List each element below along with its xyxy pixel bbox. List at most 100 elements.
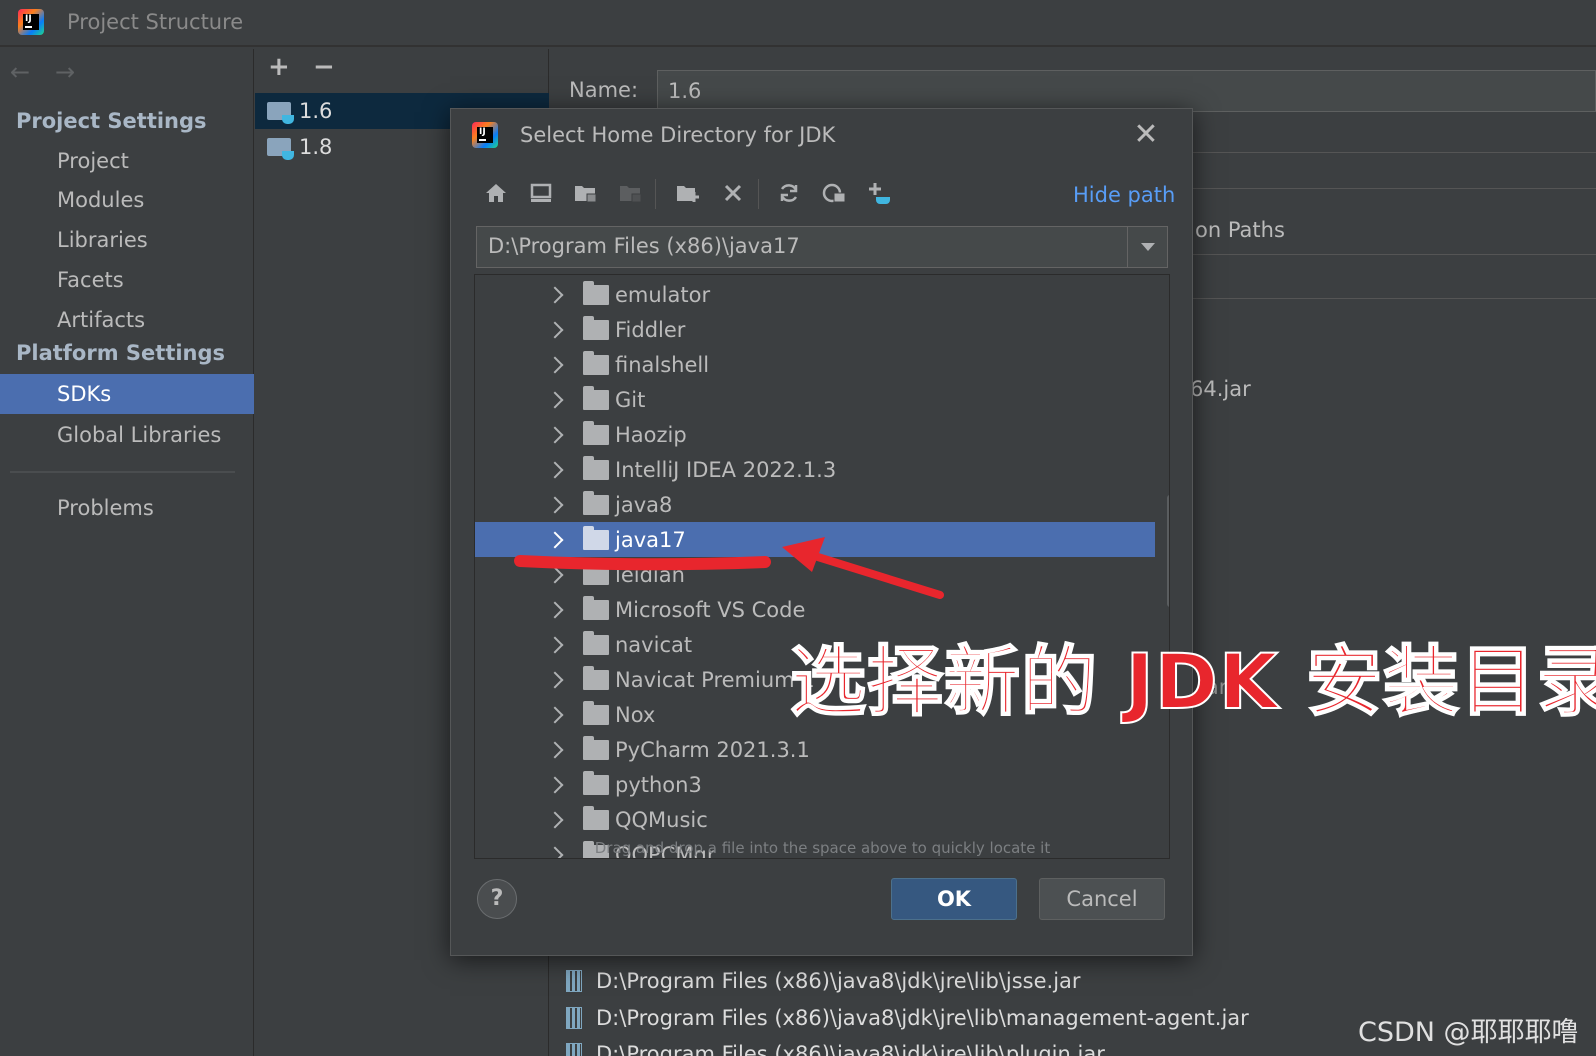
chevron-right-icon[interactable] xyxy=(546,671,564,688)
chevron-right-icon[interactable] xyxy=(546,531,564,548)
tree-folder-label: Navicat Premium 1 xyxy=(615,667,815,692)
tree-folder-label: Microsoft VS Code xyxy=(615,597,806,622)
chevron-right-icon[interactable] xyxy=(546,601,564,618)
link-jdk-icon[interactable] xyxy=(865,179,893,207)
tree-folder-item[interactable]: java17 xyxy=(475,522,1155,557)
folder-icon xyxy=(583,665,609,690)
select-jdk-dialog: IJ Select Home Directory for JDK ✕ Hide … xyxy=(450,108,1193,956)
refresh-icon[interactable] xyxy=(775,179,803,207)
tree-folder-label: python3 xyxy=(615,772,702,797)
module-folder-icon[interactable] xyxy=(617,179,645,207)
chevron-right-icon[interactable] xyxy=(546,356,564,373)
cancel-button[interactable]: Cancel xyxy=(1039,878,1165,920)
tree-folder-item[interactable]: IntelliJ IDEA 2022.1.3 xyxy=(475,452,1155,487)
tree-folder-item[interactable]: leidian xyxy=(475,557,1155,592)
folder-icon xyxy=(583,455,609,480)
tree-folder-label: Git xyxy=(615,387,646,412)
directory-tree[interactable]: emulator Fiddler finalshell Git Haozip Intell… xyxy=(474,274,1170,859)
sidebar-item-global-libraries[interactable]: Global Libraries xyxy=(0,415,254,455)
intellij-logo-icon: IJ xyxy=(472,122,498,148)
close-icon[interactable]: ✕ xyxy=(1131,117,1161,152)
tree-folder-label: navicat xyxy=(615,632,693,657)
tree-folder-item[interactable]: python3 xyxy=(475,767,1155,802)
drag-drop-hint: Drag and drop a file into the space abov… xyxy=(594,839,1051,857)
chevron-right-icon[interactable] xyxy=(546,776,564,793)
folder-icon xyxy=(583,525,609,550)
annotation-label: 选择新的 JDK 安装目录 xyxy=(789,636,1596,727)
chevron-down-icon[interactable] xyxy=(1127,227,1167,267)
project-settings-heading: Project Settings xyxy=(16,109,207,133)
chevron-right-icon[interactable] xyxy=(546,496,564,513)
sidebar-item-problems[interactable]: Problems xyxy=(0,488,254,528)
tree-folder-item[interactable]: Git xyxy=(475,382,1155,417)
desktop-icon[interactable] xyxy=(527,179,555,207)
tree-folder-label: IntelliJ IDEA 2022.1.3 xyxy=(615,457,837,482)
remove-sdk-button[interactable]: − xyxy=(313,52,335,82)
folder-icon xyxy=(583,490,609,515)
tree-folder-label: Haozip xyxy=(615,422,687,447)
tree-folder-item[interactable]: QQMusic xyxy=(475,802,1155,837)
folder-icon xyxy=(583,630,609,655)
window-title: Project Structure xyxy=(67,10,244,34)
jar-file-icon xyxy=(566,1007,582,1029)
chevron-right-icon[interactable] xyxy=(546,566,564,583)
new-folder-icon[interactable] xyxy=(674,179,702,207)
path-value: D:\Program Files (x86)\java17 xyxy=(488,234,800,258)
jdk-folder-icon xyxy=(267,102,294,124)
jar-path: D:\Program Files (x86)\java8\jdk\jre\lib… xyxy=(596,1006,1249,1030)
detail-divider xyxy=(1180,152,1596,153)
folder-icon xyxy=(583,315,609,340)
chevron-right-icon[interactable] xyxy=(546,426,564,443)
sidebar-item-modules[interactable]: Modules xyxy=(0,180,254,220)
platform-settings-heading: Platform Settings xyxy=(16,341,226,365)
chevron-right-icon[interactable] xyxy=(546,811,564,828)
chevron-right-icon[interactable] xyxy=(546,321,564,338)
tree-folder-item[interactable]: Fiddler xyxy=(475,312,1155,347)
add-sdk-button[interactable]: + xyxy=(268,52,290,82)
forward-arrow-icon[interactable]: → xyxy=(55,58,75,86)
tree-folder-item[interactable]: java8 xyxy=(475,487,1155,522)
project-folder-icon[interactable] xyxy=(572,179,600,207)
tree-folder-item[interactable]: finalshell xyxy=(475,347,1155,382)
sidebar-item-facets[interactable]: Facets xyxy=(0,260,254,300)
jar-file-icon xyxy=(566,970,582,992)
chevron-right-icon[interactable] xyxy=(546,741,564,758)
jar-list-item[interactable]: D:\Program Files (x86)\java8\jdk\jre\lib… xyxy=(566,1000,1249,1036)
name-label: Name: xyxy=(569,78,639,102)
path-combobox[interactable]: D:\Program Files (x86)\java17 xyxy=(476,226,1168,268)
tree-folder-label: java17 xyxy=(615,527,686,552)
toolbar-separator xyxy=(758,179,759,209)
ok-button[interactable]: OK xyxy=(891,878,1017,920)
sidebar-item-libraries[interactable]: Libraries xyxy=(0,220,254,260)
folder-icon xyxy=(583,280,609,305)
jdk-folder-icon xyxy=(267,138,294,160)
tree-folder-label: QQMusic xyxy=(615,807,708,832)
detail-divider xyxy=(1180,254,1596,255)
tree-folder-label: finalshell xyxy=(615,352,710,377)
chevron-right-icon[interactable] xyxy=(546,706,564,723)
folder-icon xyxy=(583,560,609,585)
hide-path-link[interactable]: Hide path xyxy=(1073,183,1175,207)
jar-list-item[interactable]: D:\Program Files (x86)\java8\jdk\jre\lib… xyxy=(566,1036,1105,1056)
jar-list-item[interactable]: D:\Program Files (x86)\java8\jdk\jre\lib… xyxy=(566,963,1081,999)
folder-icon xyxy=(583,735,609,760)
back-arrow-icon[interactable]: ← xyxy=(10,58,30,86)
chevron-right-icon[interactable] xyxy=(546,636,564,653)
name-field[interactable]: 1.6 xyxy=(657,70,1596,112)
tree-folder-item[interactable]: emulator xyxy=(475,277,1155,312)
tree-folder-item[interactable]: Haozip xyxy=(475,417,1155,452)
sidebar-item-artifacts[interactable]: Artifacts xyxy=(0,300,254,340)
chevron-right-icon[interactable] xyxy=(546,461,564,478)
chevron-right-icon[interactable] xyxy=(546,391,564,408)
classpath-tab-fragment[interactable]: on Paths xyxy=(1195,218,1285,242)
home-icon[interactable] xyxy=(482,179,510,207)
sidebar-item-project[interactable]: Project xyxy=(0,141,254,181)
chevron-right-icon[interactable] xyxy=(546,286,564,303)
tree-scrollbar[interactable] xyxy=(1167,495,1169,607)
tree-folder-item[interactable]: PyCharm 2021.3.1 xyxy=(475,732,1155,767)
sidebar-item-sdks[interactable]: SDKs xyxy=(0,374,254,414)
delete-icon[interactable] xyxy=(719,179,747,207)
jar-file-icon xyxy=(566,1043,582,1056)
help-button[interactable]: ? xyxy=(477,879,517,919)
show-hidden-icon[interactable] xyxy=(820,179,848,207)
